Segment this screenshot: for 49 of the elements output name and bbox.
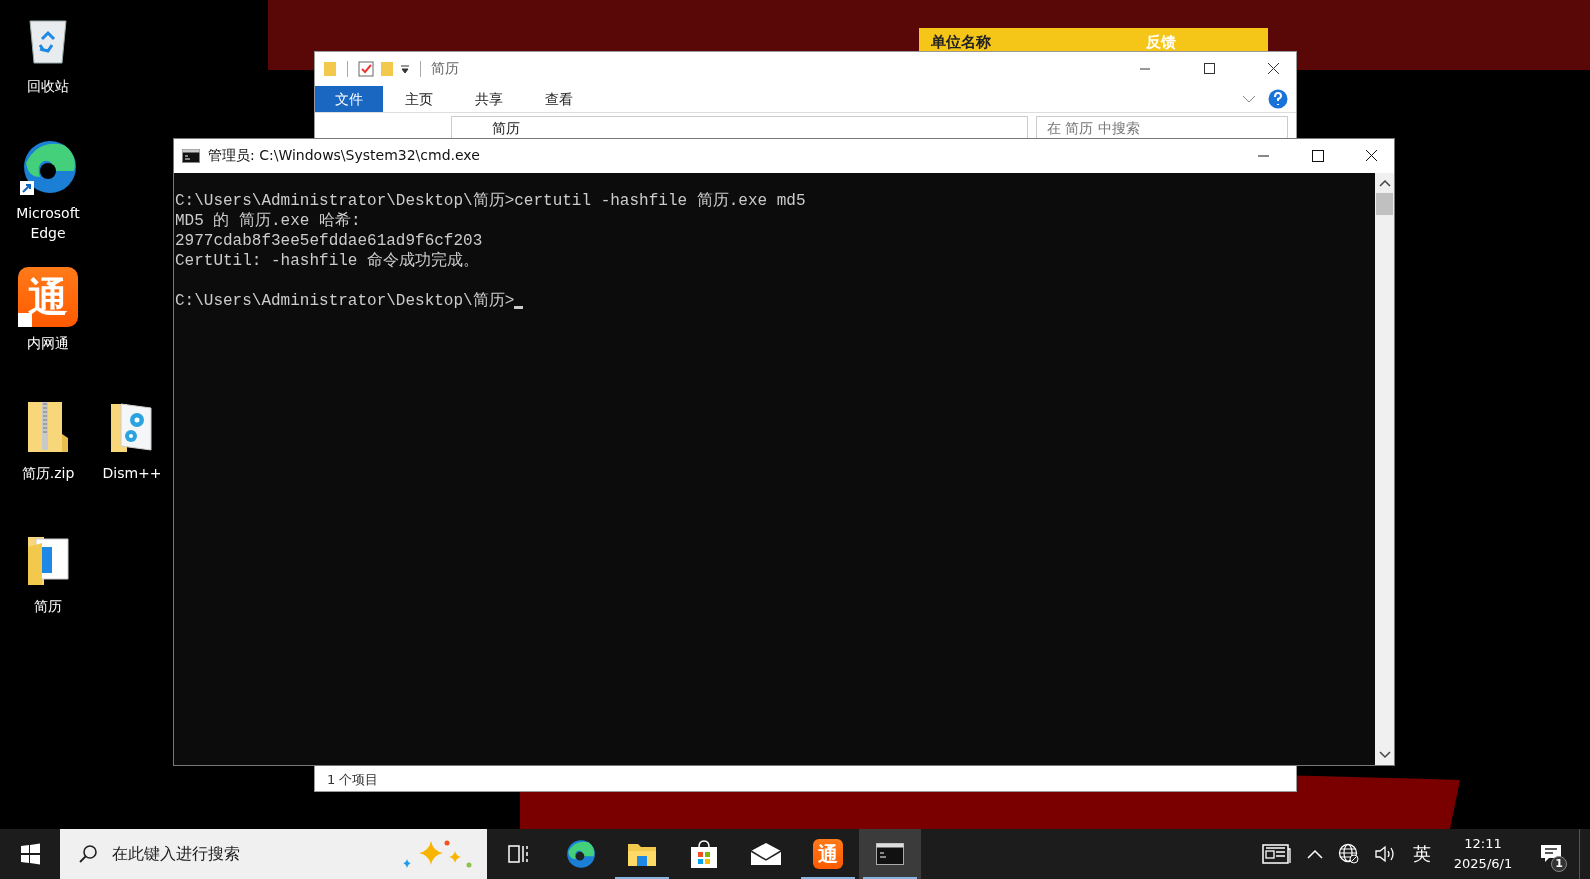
task-view-icon <box>507 844 529 864</box>
desktop-icon-label[interactable]: 回收站 <box>27 76 69 96</box>
desktop-icon-label[interactable]: 简历 <box>34 596 62 616</box>
taskbar-app-button[interactable] <box>859 829 921 879</box>
scroll-down-icon[interactable] <box>1378 751 1391 759</box>
clock-time: 12:11 <box>1464 835 1502 853</box>
ribbon-tab[interactable]: 查看 <box>525 86 593 112</box>
chevron-up-icon[interactable] <box>1306 848 1324 860</box>
envelope-icon <box>750 842 782 866</box>
scrollbar[interactable] <box>1375 173 1394 765</box>
folder-icon <box>627 841 657 867</box>
checkbox-icon[interactable] <box>358 61 374 77</box>
widget-title: 单位名称 <box>931 34 992 51</box>
scroll-thumb[interactable] <box>1376 193 1393 215</box>
console-icon <box>182 149 200 163</box>
console-line: C:\Users\Administrator\Desktop\简历>certutil -hashfile 简历.exe md5 <box>175 191 806 211</box>
window-title: 管理员: C:\Windows\System32\cmd.exe <box>208 147 480 165</box>
ribbon-tab[interactable]: 文件 <box>315 86 383 112</box>
help-icon[interactable] <box>1268 89 1288 109</box>
edge-icon <box>564 838 596 870</box>
desktop-icon-label[interactable]: Dism++ <box>102 463 162 483</box>
console-line: CertUtil: -hashfile 命令成功完成。 <box>175 251 480 271</box>
search-icon <box>78 844 98 864</box>
notification-count-badge: 1 <box>1551 856 1567 872</box>
clock[interactable]: 12:11 2025/6/1 <box>1441 834 1525 874</box>
scroll-up-icon[interactable] <box>1378 179 1391 187</box>
console-line: MD5 的 简历.exe 哈希: <box>175 211 361 231</box>
globe-icon[interactable] <box>1338 843 1360 865</box>
console-icon <box>876 843 904 865</box>
window-title: 简历 <box>431 60 459 78</box>
taskbar-search-field[interactable]: 在此键入进行搜索 <box>60 829 487 879</box>
desktop-icon-label[interactable]: 内网通 <box>27 333 69 353</box>
news-icon[interactable] <box>1262 843 1292 865</box>
clock-date: 2025/6/1 <box>1453 855 1513 873</box>
console-line: 2977cdab8f3ee5efddae61ad9f6cf203 <box>175 231 483 251</box>
speaker-icon[interactable] <box>1374 844 1396 864</box>
gear-folder-icon[interactable] <box>109 400 155 454</box>
desktop-icon-label[interactable]: Microsoft Edge <box>8 203 88 243</box>
chevron-down-icon[interactable] <box>1242 94 1256 104</box>
app-logo-icon: 通 <box>813 839 843 869</box>
status-text: 1 个项目 <box>327 771 379 789</box>
ribbon-tab[interactable]: 共享 <box>455 86 523 112</box>
shopping-bag-icon <box>690 839 718 869</box>
console-line: C:\Users\Administrator\Desktop\简历> <box>175 291 515 311</box>
zip-folder-icon[interactable] <box>26 400 70 454</box>
desktop-icon-label[interactable]: 简历.zip <box>21 463 75 483</box>
input-method-indicator[interactable]: 英 <box>1413 842 1431 866</box>
ribbon-tab[interactable]: 主页 <box>385 86 453 112</box>
dropdown-icon[interactable] <box>400 64 410 74</box>
